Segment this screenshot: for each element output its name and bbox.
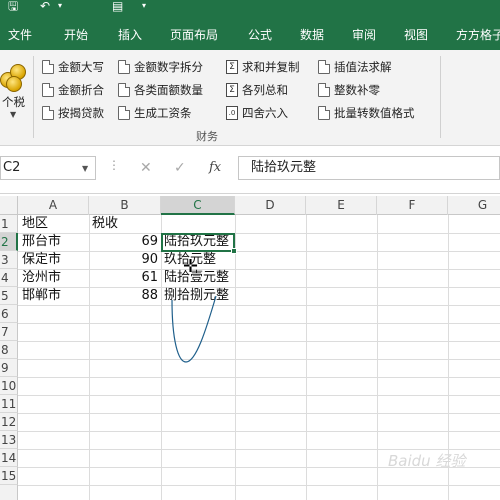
row-header-13[interactable]: 13 <box>0 431 18 449</box>
column-header-g[interactable]: G <box>448 196 500 215</box>
coins-icon <box>0 60 32 92</box>
row-header-3[interactable]: 3 <box>0 251 18 269</box>
enter-icon[interactable]: ✓ <box>174 159 186 177</box>
formula-input[interactable]: 陆拾玖元整 <box>238 156 500 180</box>
page-icon <box>42 83 54 97</box>
undo-icon[interactable]: ↶ <box>40 0 50 12</box>
column-header-c[interactable]: C <box>161 196 235 215</box>
ribbon-tabs: 文件 开始 插入 页面布局 公式 数据 审阅 视图 方方格子 <box>0 20 500 50</box>
cell-b3[interactable]: 90 <box>92 251 158 269</box>
tab-home[interactable]: 开始 <box>64 20 88 50</box>
tab-insert[interactable]: 插入 <box>118 20 142 50</box>
tab-page-layout[interactable]: 页面布局 <box>170 20 218 50</box>
cell-a4[interactable]: 沧州市 <box>22 269 86 287</box>
cell-b5[interactable]: 88 <box>92 287 158 305</box>
row-header-16[interactable] <box>0 485 18 500</box>
page-icon <box>318 83 330 97</box>
tab-formulas[interactable]: 公式 <box>248 20 272 50</box>
cell-a5[interactable]: 邯郸市 <box>22 287 86 305</box>
select-all-corner[interactable] <box>0 196 18 215</box>
name-box-dropdown-icon[interactable]: ▼ <box>82 164 88 173</box>
page-icon <box>118 83 130 97</box>
cell-a3[interactable]: 保定市 <box>22 251 86 269</box>
tab-fangfang[interactable]: 方方格子 <box>456 20 500 50</box>
row-header-4[interactable]: 4 <box>0 269 18 287</box>
finance-group-label: 财务 <box>196 130 218 143</box>
customize-qat-icon[interactable]: ▾ <box>142 0 146 12</box>
page-icon <box>318 106 330 120</box>
round-icon: .0 <box>226 106 238 120</box>
cell-b2[interactable]: 69 <box>92 233 158 251</box>
cell-c1[interactable] <box>164 215 232 233</box>
page-icon <box>42 106 54 120</box>
tab-review[interactable]: 审阅 <box>352 20 376 50</box>
page-icon <box>118 106 130 120</box>
cancel-icon[interactable]: ✕ <box>140 159 152 177</box>
ribbon-panel: 个税 ▼ 金额大写 金额折合 按揭贷款 金额数字拆分 各类面额数量 生成工资条 <box>0 50 500 146</box>
excel-window: 🖫 ↶ ▾ ▤ ▾ 文件 开始 插入 页面布局 公式 数据 审阅 视图 方方格子… <box>0 0 500 500</box>
row-header-7[interactable]: 7 <box>0 323 18 341</box>
row-header-5[interactable]: 5 <box>0 287 18 305</box>
column-header-f[interactable]: F <box>377 196 448 215</box>
column-header-d[interactable]: D <box>235 196 306 215</box>
cell-c5[interactable]: 捌拾捌元整 <box>164 287 229 305</box>
quick-access-icon[interactable]: ▤ <box>112 0 123 12</box>
cell-b1[interactable]: 税收 <box>92 215 158 233</box>
fill-handle[interactable] <box>231 248 237 254</box>
column-header-e[interactable]: E <box>306 196 377 215</box>
row-header-15[interactable]: 15 <box>0 467 18 485</box>
page-icon <box>42 60 54 74</box>
fill-cursor-icon: ✛ <box>183 256 199 277</box>
page-icon <box>118 60 130 74</box>
row-header-11[interactable]: 11 <box>0 395 18 413</box>
resize-handle-icon[interactable]: ⋮ <box>108 158 120 172</box>
cell-b4[interactable]: 61 <box>92 269 158 287</box>
page-icon <box>318 60 330 74</box>
column-headers: A B C D E F G <box>0 196 500 215</box>
tab-data[interactable]: 数据 <box>300 20 324 50</box>
formula-bar: C2 ▼ ⋮ ✕ ✓ fx 陆拾玖元整 <box>0 146 500 194</box>
column-header-a[interactable]: A <box>18 196 89 215</box>
undo-dropdown-icon[interactable]: ▾ <box>58 0 62 12</box>
row-header-10[interactable]: 10 <box>0 377 18 395</box>
sigma-icon: Σ <box>226 83 238 97</box>
row-header-14[interactable]: 14 <box>0 449 18 467</box>
tax-button-label: 个税 <box>2 95 25 109</box>
row-header-6[interactable]: 6 <box>0 305 18 323</box>
row-header-1[interactable]: 1 <box>0 215 18 233</box>
watermark: Baidu 经验 <box>388 452 466 470</box>
row-header-12[interactable]: 12 <box>0 413 18 431</box>
cell-a2[interactable]: 邢台市 <box>22 233 86 251</box>
row-header-8[interactable]: 8 <box>0 341 18 359</box>
insert-function-icon[interactable]: fx <box>209 160 221 175</box>
cell-a1[interactable]: 地区 <box>22 215 86 233</box>
row-header-9[interactable]: 9 <box>0 359 18 377</box>
row-header-2[interactable]: 2 <box>0 233 18 251</box>
title-bar: 🖫 ↶ ▾ ▤ ▾ <box>0 0 500 20</box>
tab-view[interactable]: 视图 <box>404 20 428 50</box>
sigma-icon: Σ <box>226 60 238 74</box>
tab-file[interactable]: 文件 <box>8 20 32 50</box>
active-cell-border <box>161 233 235 252</box>
chevron-down-icon: ▼ <box>10 110 17 119</box>
column-header-b[interactable]: B <box>89 196 161 215</box>
save-icon[interactable]: 🖫 <box>8 0 18 12</box>
